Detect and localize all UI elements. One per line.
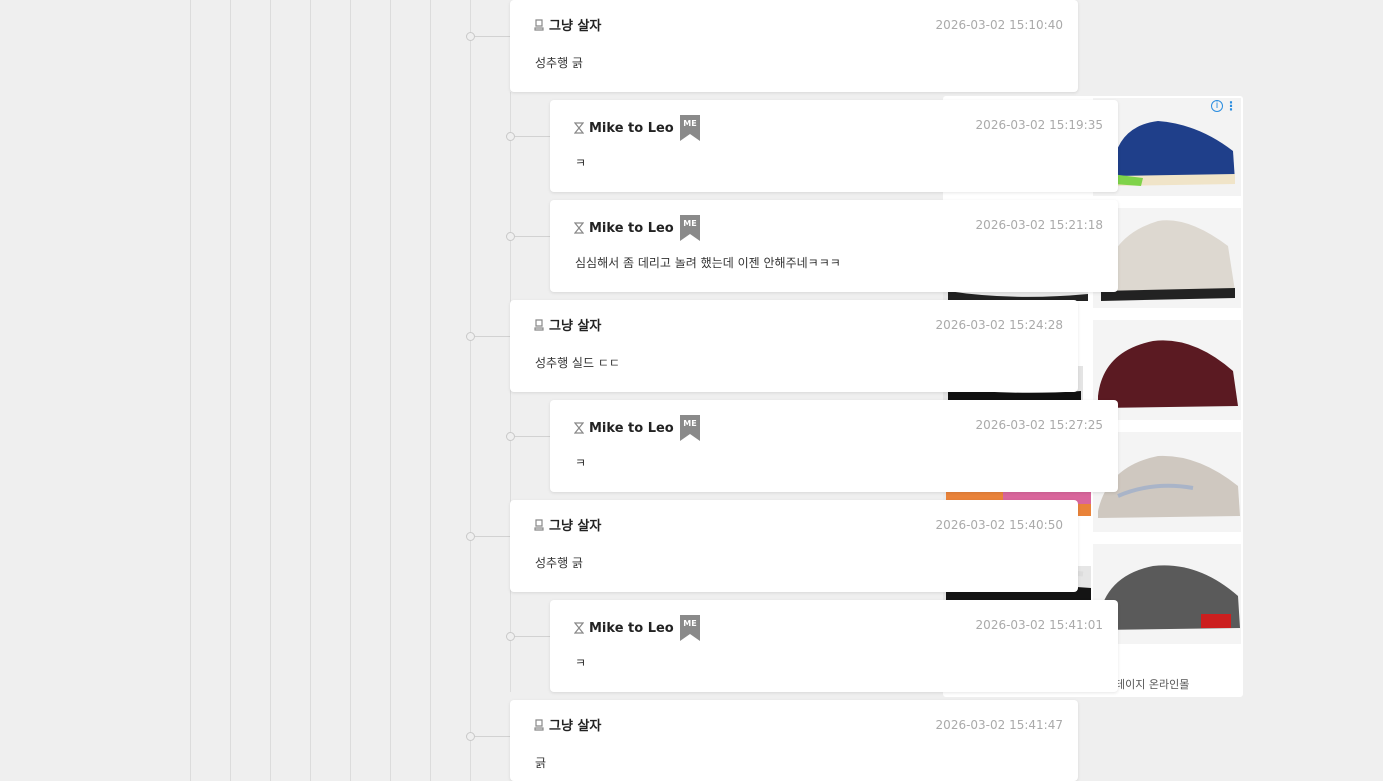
- thread-node: [466, 732, 475, 741]
- comment-author[interactable]: Mike to Leo: [589, 121, 674, 136]
- me-badge: ME: [679, 215, 700, 241]
- comment-text: 긁: [535, 756, 547, 770]
- comment-card: Mike to Leo ME 2026-03-02 15:21:18 심심해서 …: [550, 200, 1118, 292]
- comment-author[interactable]: Mike to Leo: [589, 421, 674, 436]
- thread-branch: [475, 536, 510, 537]
- me-badge-label: ME: [683, 619, 696, 628]
- comment-author[interactable]: 그냥 살자: [549, 315, 601, 334]
- thread-node: [466, 332, 475, 341]
- kebab-menu-icon[interactable]: ⋮: [1225, 99, 1237, 113]
- thread-branch: [475, 336, 510, 337]
- user-icon: [534, 518, 544, 531]
- comment-time: 2026-03-02 15:21:18: [975, 218, 1103, 232]
- hourglass-icon: [574, 422, 584, 434]
- thread-branch: [475, 736, 510, 737]
- thread-branch: [475, 36, 510, 37]
- hourglass-icon: [574, 222, 584, 234]
- thread-branch: [515, 436, 550, 437]
- thread-line: [350, 0, 351, 781]
- comment-author[interactable]: 그냥 살자: [549, 515, 601, 534]
- comment-time: 2026-03-02 15:19:35: [975, 118, 1103, 132]
- thread-node: [506, 632, 515, 641]
- comment-time: 2026-03-02 15:41:47: [935, 718, 1063, 732]
- thread-line: [310, 0, 311, 781]
- hourglass-icon: [574, 122, 584, 134]
- ad-caption[interactable]: 테이지 온라인몰: [1115, 676, 1189, 692]
- comment-author[interactable]: Mike to Leo: [589, 221, 674, 236]
- thread-line: [190, 0, 191, 781]
- me-badge: ME: [679, 415, 700, 441]
- me-badge: ME: [679, 615, 700, 641]
- comment-text: 성추행 긁: [535, 556, 583, 570]
- comment-card: 그냥 살자 2026-03-02 15:24:28 성추행 실드 ㄷㄷ: [510, 300, 1078, 392]
- comment-card: Mike to Leo ME 2026-03-02 15:41:01 ㅋ: [550, 600, 1118, 692]
- comment-time: 2026-03-02 15:41:01: [975, 618, 1103, 632]
- comment-text: ㅋ: [575, 656, 587, 670]
- comment-time: 2026-03-02 15:10:40: [935, 18, 1063, 32]
- thread-branch: [515, 136, 550, 137]
- thread-node: [506, 232, 515, 241]
- user-icon: [534, 18, 544, 31]
- thread-node: [506, 432, 515, 441]
- comment-card: 그냥 살자 2026-03-02 15:10:40 성추행 긁: [510, 0, 1078, 92]
- thread-node: [466, 532, 475, 541]
- comment-card: 그냥 살자 2026-03-02 15:41:47 긁: [510, 700, 1078, 781]
- comment-author[interactable]: Mike to Leo: [589, 621, 674, 636]
- comment-text: 성추행 긁: [535, 56, 583, 70]
- comment-time: 2026-03-02 15:27:25: [975, 418, 1103, 432]
- thread-line: [390, 0, 391, 781]
- me-badge-label: ME: [683, 219, 696, 228]
- thread-line: [470, 0, 471, 781]
- comment-card: Mike to Leo ME 2026-03-02 15:19:35 ㅋ: [550, 100, 1118, 192]
- thread-node: [466, 32, 475, 41]
- thread-node: [506, 132, 515, 141]
- me-badge: ME: [679, 115, 700, 141]
- thread-line: [270, 0, 271, 781]
- comment-time: 2026-03-02 15:24:28: [935, 318, 1063, 332]
- thread-branch: [515, 236, 550, 237]
- thread-branch: [515, 636, 550, 637]
- user-icon: [534, 318, 544, 331]
- comment-card: 그냥 살자 2026-03-02 15:40:50 성추행 긁: [510, 500, 1078, 592]
- thread-line: [430, 0, 431, 781]
- comment-text: ㅋ: [575, 456, 587, 470]
- me-badge-label: ME: [683, 119, 696, 128]
- comment-text: 성추행 실드 ㄷㄷ: [535, 356, 620, 370]
- me-badge-label: ME: [683, 419, 696, 428]
- comment-time: 2026-03-02 15:40:50: [935, 518, 1063, 532]
- comment-author[interactable]: 그냥 살자: [549, 15, 601, 34]
- info-icon[interactable]: i: [1211, 100, 1223, 112]
- comment-text: ㅋ: [575, 156, 587, 170]
- comment-card: Mike to Leo ME 2026-03-02 15:27:25 ㅋ: [550, 400, 1118, 492]
- thread-line: [230, 0, 231, 781]
- comment-text: 심심해서 좀 데리고 놀려 했는데 이젠 안해주네ㅋㅋㅋ: [575, 256, 841, 270]
- thread-line: [510, 92, 511, 692]
- comment-author[interactable]: 그냥 살자: [549, 715, 601, 734]
- hourglass-icon: [574, 622, 584, 634]
- user-icon: [534, 718, 544, 731]
